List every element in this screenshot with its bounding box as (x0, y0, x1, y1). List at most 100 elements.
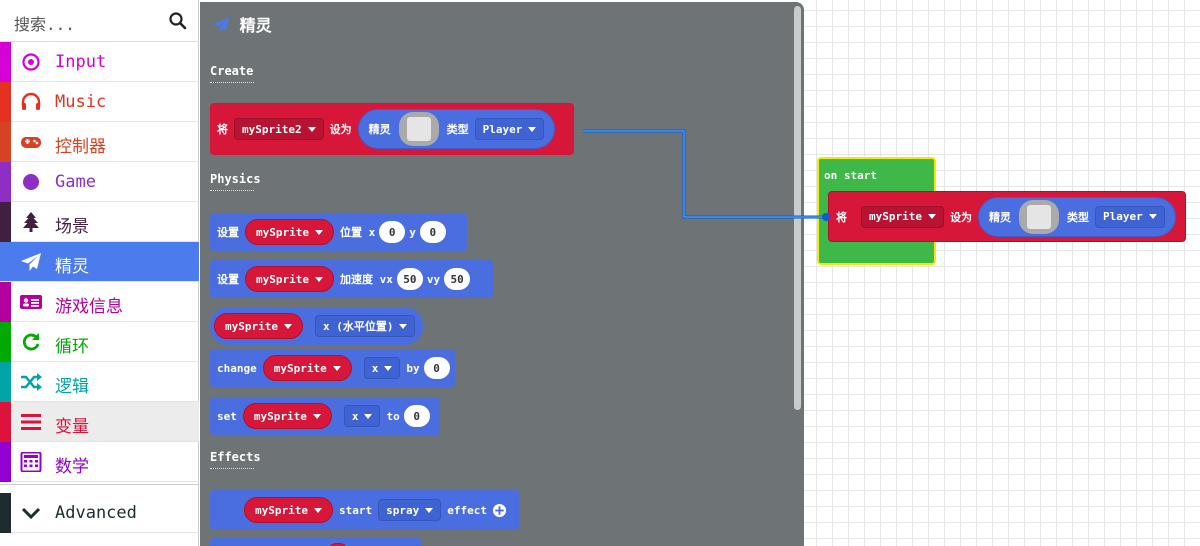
category-color-strip (0, 162, 11, 202)
gamepad-icon (21, 137, 41, 148)
flyout-title: 精灵 (212, 12, 272, 36)
block-text: to (386, 409, 400, 423)
set-position-block[interactable]: 设置 mySprite 位置 x 0 y 0 (210, 213, 467, 251)
workspace-set-sprite-block[interactable]: 将 mySprite 设为 精灵 类型 Player (828, 191, 1186, 242)
block-text: 设置 (217, 273, 239, 286)
caret-down-icon (528, 126, 537, 132)
vx-value-input[interactable]: 50 (396, 268, 423, 290)
property-dropdown[interactable]: x (343, 405, 381, 427)
caret-down-icon (399, 323, 408, 329)
sprite-image-picker[interactable] (398, 112, 439, 146)
set-property-block[interactable]: set mySprite x to 0 (210, 397, 440, 435)
category-label: Input (55, 52, 107, 72)
category-color-strip (0, 362, 11, 402)
block-text: start (338, 503, 373, 517)
set-acceleration-block[interactable]: 设置 mySprite 加速度 vx 50 vy 50 (210, 260, 493, 298)
caret-down-icon (314, 276, 323, 282)
change-value-input[interactable]: 0 (423, 357, 450, 379)
category-game[interactable]: Game (0, 162, 199, 202)
dropdown-text: mySprite (869, 210, 922, 223)
sprite-variable-pill[interactable]: mySprite (242, 403, 332, 429)
variable-dropdown[interactable]: mySprite2 (234, 118, 324, 140)
sprite-image-picker[interactable] (1018, 199, 1059, 234)
pill-text: mySprite (253, 409, 307, 423)
vy-value-input[interactable]: 50 (444, 268, 471, 290)
category-controller[interactable]: 控制器 (0, 122, 199, 162)
effect-dropdown[interactable]: spray (378, 499, 442, 521)
category-music[interactable]: Music (0, 82, 199, 122)
caret-down-icon (364, 413, 373, 419)
category-variables[interactable]: 变量 (0, 402, 199, 442)
category-color-strip (0, 122, 11, 162)
sprite-variable-pill[interactable]: mySprite (245, 266, 334, 292)
toolbox-sidebar: 搜索... Input Music 控制器 Game 场景 精灵 游戏信息 循环… (0, 0, 199, 546)
category-color-strip (0, 42, 11, 82)
dropdown-text: mySprite2 (242, 122, 302, 136)
category-color-strip (0, 322, 11, 362)
change-property-block[interactable]: change mySprite x by 0 (210, 349, 455, 387)
x-value-input[interactable]: 0 (379, 221, 406, 243)
category-color-strip (0, 202, 11, 242)
sprite-create-slot[interactable]: 精灵 类型 Player (357, 109, 556, 149)
search-input[interactable]: 搜索... (14, 11, 75, 35)
search-box[interactable]: 搜索... (0, 0, 199, 42)
code-workspace[interactable] (804, 0, 1200, 546)
property-dropdown[interactable]: x (水平位置) (314, 315, 416, 337)
sprite-property-block[interactable]: mySprite x (水平位置) (210, 307, 423, 345)
category-label: 场景 (55, 217, 89, 237)
dropdown-text: x (水平位置) (322, 320, 394, 333)
category-game-info[interactable]: 游戏信息 (0, 282, 199, 322)
category-color-strip (0, 402, 11, 442)
block-text: 设置 (217, 226, 239, 239)
sprite-variable-pill[interactable]: mySprite (245, 219, 334, 245)
flyout-title-text: 精灵 (239, 16, 272, 35)
circle-icon (23, 174, 39, 190)
dropdown-text: spray (386, 503, 420, 517)
category-scene[interactable]: 场景 (0, 202, 199, 242)
search-icon[interactable] (169, 12, 187, 30)
block-text: 位置 x (339, 226, 376, 239)
kind-dropdown[interactable]: Player (474, 118, 545, 140)
sprite-variable-pill[interactable]: mySprite (214, 313, 303, 339)
category-loops[interactable]: 循环 (0, 322, 199, 362)
variable-dropdown[interactable]: mySprite (861, 205, 944, 228)
category-input[interactable]: Input (0, 42, 199, 82)
category-sprites[interactable]: 精灵 (0, 242, 199, 282)
divider (0, 484, 199, 485)
block-text: 设为 (949, 210, 972, 224)
block-text: 设为 (329, 123, 352, 136)
caret-down-icon (312, 413, 321, 419)
block-text: by (406, 361, 420, 375)
category-color-strip (0, 442, 11, 482)
kind-dropdown[interactable]: Player (1094, 205, 1165, 228)
category-advanced[interactable]: Advanced (0, 493, 199, 533)
pill-text: mySprite (273, 361, 327, 375)
section-create: Create (210, 64, 254, 83)
sprite-variable-pill[interactable]: mySprite (262, 355, 352, 381)
category-logic[interactable]: 逻辑 (0, 362, 199, 402)
chevron-down-icon (21, 507, 41, 520)
caret-down-icon (384, 365, 393, 371)
start-effect-block[interactable]: mySprite start spray effect (210, 490, 519, 530)
flyout-scrollbar[interactable] (794, 6, 801, 410)
block-text: 将 (836, 210, 847, 224)
set-value-input[interactable]: 0 (403, 405, 430, 427)
set-sprite-block[interactable]: 将 mySprite2 设为 精灵 类型 Player (210, 103, 574, 155)
sprite-create-slot[interactable]: 精灵 类型 Player (977, 196, 1176, 237)
section-physics: Physics (210, 172, 261, 191)
plus-circle-icon[interactable] (492, 503, 507, 518)
dropdown-text: x (351, 409, 359, 423)
category-label: Music (55, 92, 107, 112)
block-text: 类型 (1066, 210, 1089, 224)
dropdown-text: Player (1102, 210, 1143, 223)
caret-down-icon (927, 214, 936, 219)
y-value-input[interactable]: 0 (419, 221, 446, 243)
caret-down-icon (313, 507, 322, 513)
property-dropdown[interactable]: x (363, 357, 401, 379)
shuffle-icon (21, 373, 42, 391)
next-block-partial[interactable] (210, 538, 422, 546)
sprite-variable-pill[interactable]: mySprite (244, 497, 333, 523)
block-text: vy (426, 272, 441, 286)
category-math[interactable]: 数学 (0, 442, 199, 482)
category-label: 循环 (55, 337, 89, 357)
